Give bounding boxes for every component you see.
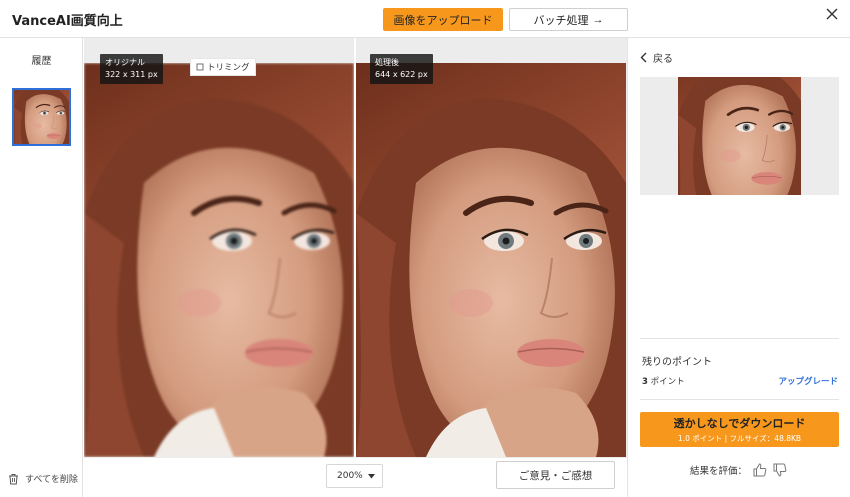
batch-process-button[interactable]: バッチ処理 → (509, 8, 628, 31)
rate-label: 結果を評価： (690, 466, 748, 477)
history-label: 履歴 (31, 56, 52, 67)
canvas-toolbar: 200% ご意見・ご感想 (84, 458, 627, 497)
feedback-button[interactable]: ご意見・ご感想 (496, 461, 615, 489)
divider (640, 338, 839, 339)
points-remaining: 3 ポイント (642, 375, 685, 387)
download-label: 透かしなしでダウンロード (673, 417, 806, 430)
trim-label: トリミング (207, 63, 250, 73)
back-button[interactable]: 戻る (640, 50, 673, 65)
processed-size: 644 x 622 px (375, 70, 428, 79)
trash-icon (9, 473, 18, 484)
upload-image-button[interactable]: 画像をアップロード (383, 8, 503, 31)
upgrade-link[interactable]: アップグレード (778, 375, 838, 387)
original-tag: オリジナル 322 x 311 px (100, 54, 163, 84)
back-label: 戻る (653, 54, 673, 65)
chevron-left-icon (640, 52, 647, 63)
app-header: VanceAI画質向上 画像をアップロード バッチ処理 → (0, 0, 850, 38)
trim-button[interactable]: トリミング (190, 58, 256, 76)
points-count: 3 (642, 377, 648, 387)
original-image (84, 63, 354, 457)
thumbs-down-icon[interactable] (773, 463, 787, 477)
thumbs-up-icon[interactable] (753, 463, 767, 477)
history-thumbnail[interactable] (12, 88, 71, 146)
history-sidebar: 履歴 すべてを削除 (0, 38, 83, 497)
batch-process-label: バッチ処理 (533, 14, 589, 27)
comparison-canvas: オリジナル 322 x 311 px トリミング 処理後 644 x 622 p… (84, 38, 627, 458)
download-button[interactable]: 透かしなしでダウンロード 1.0 ポイント | フルサイズ：48.8KB (640, 412, 839, 447)
divider (640, 399, 839, 400)
caret-down-icon (368, 473, 375, 478)
download-cost: 1.0 ポイント | フルサイズ：48.8KB (677, 434, 802, 443)
crop-icon (196, 63, 204, 71)
delete-all-label: すべてを削除 (25, 475, 78, 485)
points-unit: ポイント (650, 377, 685, 387)
close-icon[interactable] (823, 5, 841, 23)
points-title: 残りのポイント (642, 357, 712, 368)
comparison-divider[interactable] (354, 38, 356, 458)
original-size: 322 x 311 px (105, 70, 158, 79)
original-label: オリジナル (105, 58, 145, 67)
app-title: VanceAI画質向上 (12, 14, 123, 29)
delete-all-button[interactable]: すべてを削除 (8, 472, 78, 485)
zoom-value: 200% (337, 471, 363, 481)
arrow-right-icon: → (592, 13, 604, 26)
zoom-select[interactable]: 200% (326, 464, 383, 488)
processed-image (356, 63, 626, 457)
rate-result: 結果を評価： (690, 463, 787, 477)
processed-label: 処理後 (375, 58, 399, 67)
processed-tag: 処理後 644 x 622 px (370, 54, 433, 84)
result-preview-image (678, 77, 801, 195)
result-panel: 戻る 残りのポイント 3 ポイント アップグレード 透かしなしでダウンロード 1… (627, 38, 850, 497)
result-preview (640, 77, 839, 195)
